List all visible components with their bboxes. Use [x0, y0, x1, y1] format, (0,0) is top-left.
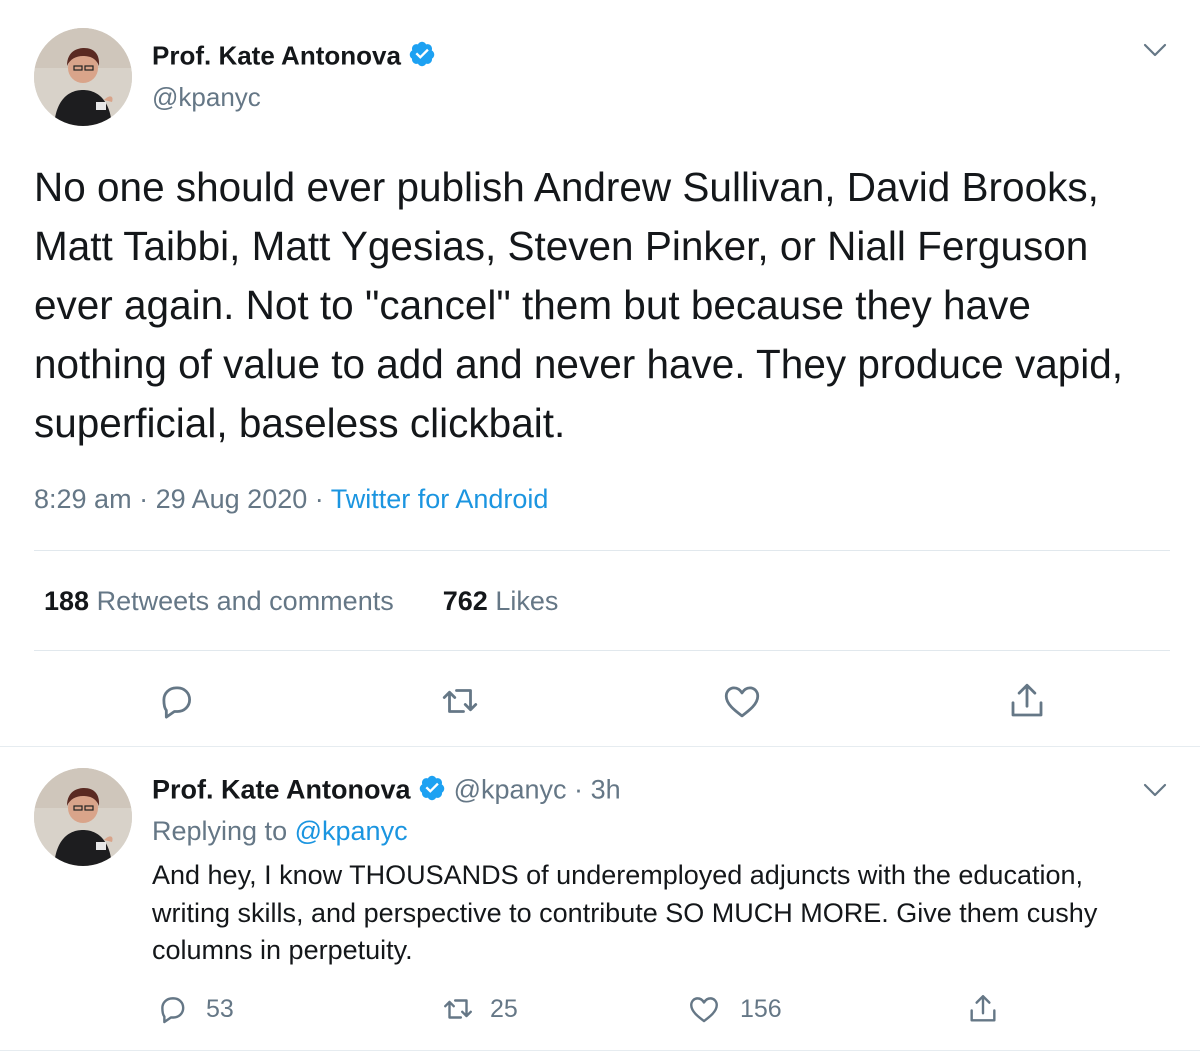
- reply-text: And hey, I know THOUSANDS of underemploy…: [152, 860, 1098, 965]
- reply-count: 53: [206, 994, 234, 1023]
- verified-badge-icon: [418, 774, 446, 809]
- tweet-meta: 8:29 am · 29 Aug 2020 · Twitter for Andr…: [34, 484, 548, 515]
- verified-badge-icon: [408, 40, 436, 75]
- like-count: 156: [740, 994, 782, 1023]
- replying-to-handle-link[interactable]: @kpanyc: [295, 816, 408, 846]
- retweets-label: Retweets and comments: [96, 586, 394, 616]
- avatar-photo: [34, 768, 132, 866]
- retweets-count: 188: [44, 586, 90, 616]
- heart-icon[interactable]: [720, 680, 764, 722]
- likes-stat[interactable]: 762 Likes: [443, 586, 559, 616]
- share-icon[interactable]: [966, 992, 1000, 1026]
- replying-to-label: Replying to: [152, 816, 288, 846]
- tweet-text: No one should ever publish Andrew Sulliv…: [34, 164, 1124, 446]
- bottom-divider: [0, 1050, 1200, 1051]
- avatar[interactable]: [34, 768, 132, 866]
- tweet-separator: [0, 746, 1200, 747]
- display-name[interactable]: Prof. Kate Antonova: [152, 40, 436, 75]
- retweets-stat[interactable]: 188 Retweets and comments: [44, 586, 401, 616]
- retweet-icon: [440, 992, 476, 1026]
- separator: ·: [139, 484, 149, 514]
- reply-action-like[interactable]: 156: [686, 992, 782, 1026]
- reply-icon: [156, 992, 190, 1026]
- avatar-photo: [34, 28, 132, 126]
- avatar[interactable]: [34, 28, 132, 126]
- share-icon[interactable]: [1006, 680, 1048, 722]
- chevron-down-icon[interactable]: [1142, 40, 1168, 65]
- retweet-count: 25: [490, 994, 518, 1023]
- reply-action-retweet[interactable]: 25: [440, 992, 518, 1026]
- heart-icon: [686, 992, 722, 1026]
- tweet-age[interactable]: 3h: [591, 775, 621, 805]
- handle[interactable]: @kpanyc: [454, 775, 567, 805]
- display-name-text: Prof. Kate Antonova: [152, 40, 401, 71]
- reply-icon[interactable]: [156, 680, 198, 722]
- tweet-time[interactable]: 8:29 am: [34, 484, 132, 514]
- handle[interactable]: @kpanyc: [152, 82, 261, 113]
- chevron-down-icon[interactable]: [1142, 780, 1168, 805]
- reply-header: Prof. Kate Antonova @kpanyc · 3h: [152, 774, 621, 809]
- tweet-date[interactable]: 29 Aug 2020: [156, 484, 308, 514]
- retweet-icon[interactable]: [438, 680, 482, 722]
- separator: ·: [574, 774, 584, 805]
- divider: [34, 550, 1170, 551]
- display-name[interactable]: Prof. Kate Antonova: [152, 775, 411, 805]
- likes-label: Likes: [495, 586, 559, 616]
- tweet-source-link[interactable]: Twitter for Android: [331, 484, 549, 514]
- separator: ·: [314, 484, 324, 514]
- tweet-stats: 188 Retweets and comments 762 Likes: [44, 586, 558, 617]
- replying-to: Replying to @kpanyc: [152, 816, 408, 847]
- likes-count: 762: [442, 586, 488, 616]
- reply-action-reply[interactable]: 53: [156, 992, 234, 1026]
- divider: [34, 650, 1170, 651]
